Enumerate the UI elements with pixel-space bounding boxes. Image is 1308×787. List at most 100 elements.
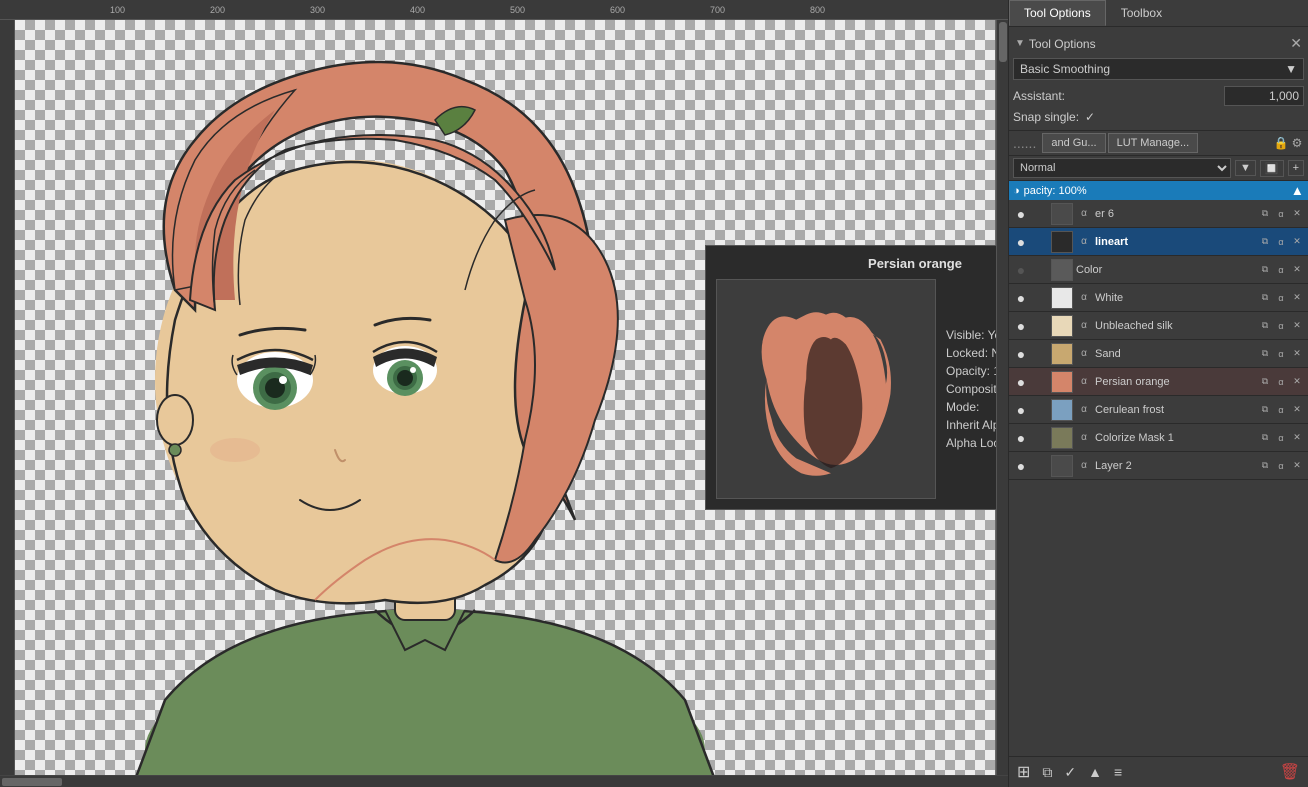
- color-alpha[interactable]: α: [1274, 263, 1288, 277]
- add-layer-btn[interactable]: ⊞: [1013, 760, 1034, 784]
- layer-item-6[interactable]: ● α er 6 ⧉ α ✕: [1009, 200, 1308, 228]
- color-del[interactable]: ✕: [1290, 263, 1304, 277]
- layer-name-cerulean: Cerulean frost: [1095, 404, 1255, 416]
- vis-btn-unbleached[interactable]: ●: [1013, 318, 1029, 334]
- layer2-copy[interactable]: ⧉: [1258, 459, 1272, 473]
- white-alpha[interactable]: α: [1274, 291, 1288, 305]
- colorize-copy[interactable]: ⧉: [1258, 431, 1272, 445]
- lock-btn-colorize[interactable]: [1032, 430, 1048, 446]
- vis-btn-white[interactable]: ●: [1013, 290, 1029, 306]
- filter-btn[interactable]: ▼: [1235, 160, 1256, 176]
- vis-btn-cerulean[interactable]: ●: [1013, 402, 1029, 418]
- horizontal-scrollbar[interactable]: [0, 775, 1008, 787]
- layer-item-layer2[interactable]: ● α Layer 2 ⧉ α ✕: [1009, 452, 1308, 480]
- lock-btn-layer2[interactable]: [1032, 458, 1048, 474]
- vis-btn-lineart[interactable]: ●: [1013, 234, 1029, 250]
- thumb-cerulean: [1051, 399, 1073, 421]
- opacity-stepper-up[interactable]: ▲: [1291, 183, 1304, 198]
- layer-item-white[interactable]: ● α White ⧉ α ✕: [1009, 284, 1308, 312]
- unbleached-alpha[interactable]: α: [1274, 319, 1288, 333]
- layer2-del[interactable]: ✕: [1290, 459, 1304, 473]
- vis-btn-sand[interactable]: ●: [1013, 346, 1029, 362]
- white-copy[interactable]: ⧉: [1258, 291, 1272, 305]
- collapse-icon[interactable]: ▼: [1015, 38, 1025, 49]
- top-tabs: Tool Options Toolbox: [1009, 0, 1308, 27]
- lineart-alpha[interactable]: α: [1274, 235, 1288, 249]
- blend-mode-select[interactable]: Normal: [1013, 158, 1231, 178]
- sand-del[interactable]: ✕: [1290, 347, 1304, 361]
- tab-toolbox[interactable]: Toolbox: [1106, 0, 1177, 26]
- lock-btn-lineart[interactable]: [1032, 234, 1048, 250]
- lineart-copy[interactable]: ⧉: [1258, 235, 1272, 249]
- and-guides-btn[interactable]: and Gu...: [1042, 133, 1105, 153]
- lock-btn-persian[interactable]: [1032, 374, 1048, 390]
- canvas-wrapper[interactable]: Persian orange: [15, 20, 996, 775]
- alpha-colorize: α: [1076, 430, 1092, 446]
- alpha-persian: α: [1076, 374, 1092, 390]
- panel-close-button[interactable]: ✕: [1290, 35, 1302, 52]
- alpha-cerulean: α: [1076, 402, 1092, 418]
- persian-alpha[interactable]: α: [1274, 375, 1288, 389]
- vertical-scrollbar[interactable]: [996, 20, 1008, 775]
- layer-item-persian-orange[interactable]: ● α Persian orange ⧉ α ✕: [1009, 368, 1308, 396]
- vis-btn-persian[interactable]: ●: [1013, 374, 1029, 390]
- move-layer-up-btn[interactable]: ▲: [1084, 762, 1106, 782]
- move-layer-up-check[interactable]: ✓: [1060, 762, 1080, 783]
- delete-layer-btn[interactable]: 🗑: [1276, 760, 1304, 784]
- cerulean-alpha[interactable]: α: [1274, 403, 1288, 417]
- cerulean-copy[interactable]: ⧉: [1258, 403, 1272, 417]
- lock-btn-6[interactable]: [1032, 206, 1048, 222]
- persian-copy[interactable]: ⧉: [1258, 375, 1272, 389]
- tooltip-info: Visible: Yes Locked: No Opacity: 100% Co…: [946, 279, 996, 499]
- layer-manager: ...... and Gu... LUT Manage... 🔒 ⚙ Norma…: [1009, 131, 1308, 787]
- lock-btn-unbleached[interactable]: [1032, 318, 1048, 334]
- layer-item-color[interactable]: ● Color ⧉ α ✕: [1009, 256, 1308, 284]
- layer6-copy[interactable]: ⧉: [1258, 207, 1272, 221]
- vis-btn-colorize[interactable]: ●: [1013, 430, 1029, 446]
- layer6-alpha[interactable]: α: [1274, 207, 1288, 221]
- lock-btn-sand[interactable]: [1032, 346, 1048, 362]
- layer2-alpha[interactable]: α: [1274, 459, 1288, 473]
- lock-btn[interactable]: 🔒: [1274, 136, 1288, 150]
- layer-item-unbleached[interactable]: ● α Unbleached silk ⧉ α ✕: [1009, 312, 1308, 340]
- move-layer-down-btn[interactable]: ≡: [1110, 762, 1126, 782]
- lineart-del[interactable]: ✕: [1290, 235, 1304, 249]
- tool-options-title: Tool Options: [1029, 37, 1096, 51]
- ruler-horizontal: 100 200 300 400 500 600 700 800: [0, 0, 1008, 20]
- layer-item-lineart[interactable]: ● α lineart ⧉ α ✕: [1009, 228, 1308, 256]
- cerulean-del[interactable]: ✕: [1290, 403, 1304, 417]
- layer-item-sand[interactable]: ● α Sand ⧉ α ✕: [1009, 340, 1308, 368]
- thumb-persian: [1051, 371, 1073, 393]
- thumb-lineart: [1051, 231, 1073, 253]
- duplicate-layer-btn[interactable]: ⧉: [1038, 762, 1056, 783]
- lut-manage-btn[interactable]: LUT Manage...: [1108, 133, 1199, 153]
- layer-item-cerulean[interactable]: ● α Cerulean frost ⧉ α ✕: [1009, 396, 1308, 424]
- vis-btn-layer2[interactable]: ●: [1013, 458, 1029, 474]
- colorize-del[interactable]: ✕: [1290, 431, 1304, 445]
- lock-alpha-btn[interactable]: 🔲: [1260, 160, 1284, 177]
- vis-btn-6[interactable]: ●: [1013, 206, 1029, 222]
- vis-btn-color[interactable]: ●: [1013, 262, 1029, 278]
- lock-btn-color[interactable]: [1032, 262, 1048, 278]
- assistant-input[interactable]: [1224, 86, 1304, 106]
- persian-del[interactable]: ✕: [1290, 375, 1304, 389]
- lock-btn-cerulean[interactable]: [1032, 402, 1048, 418]
- layer-name-lineart: lineart: [1095, 236, 1255, 248]
- add-mask-btn[interactable]: +: [1288, 160, 1304, 176]
- sand-copy[interactable]: ⧉: [1258, 347, 1272, 361]
- snap-single-value: ✓: [1085, 110, 1095, 124]
- smoothing-dropdown[interactable]: Basic Smoothing ▼: [1013, 58, 1304, 80]
- lock-btn-white[interactable]: [1032, 290, 1048, 306]
- white-del[interactable]: ✕: [1290, 291, 1304, 305]
- alpha-sand: α: [1076, 346, 1092, 362]
- layer-item-colorize-mask[interactable]: ● α Colorize Mask 1 ⧉ α ✕: [1009, 424, 1308, 452]
- sand-alpha[interactable]: α: [1274, 347, 1288, 361]
- unbleached-del[interactable]: ✕: [1290, 319, 1304, 333]
- color-copy[interactable]: ⧉: [1258, 263, 1272, 277]
- layer6-del[interactable]: ✕: [1290, 207, 1304, 221]
- layer-name-sand: Sand: [1095, 348, 1255, 360]
- tab-tool-options[interactable]: Tool Options: [1009, 0, 1106, 26]
- unbleached-copy[interactable]: ⧉: [1258, 319, 1272, 333]
- settings-btn[interactable]: ⚙: [1290, 136, 1304, 150]
- colorize-alpha[interactable]: α: [1274, 431, 1288, 445]
